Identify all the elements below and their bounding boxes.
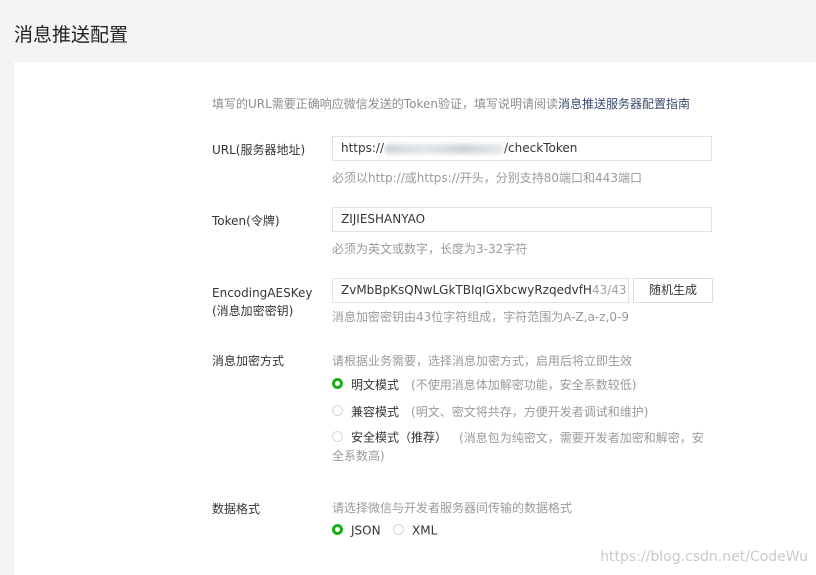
data-format-option-xml[interactable]: XML: [393, 523, 437, 538]
url-input[interactable]: https:// /checkToken: [332, 136, 712, 161]
encryption-option-plain[interactable]: 明文模式 (不使用消息体加解密功能，安全系数较低): [332, 376, 636, 393]
random-generate-button[interactable]: 随机生成: [633, 278, 713, 303]
option-label: 明文模式: [351, 378, 400, 392]
aes-label-line2: (消息加密密钥): [212, 304, 294, 318]
radio-checked-icon[interactable]: [332, 524, 343, 535]
page-title: 消息推送配置: [14, 24, 129, 46]
aes-key-counter: 43/43: [591, 283, 627, 297]
encryption-option-secure[interactable]: 安全模式（推荐） (消息包为纯密文，需要开发者加密和解密，安全系数高): [332, 428, 712, 465]
token-hint: 必须为英文或数字，长度为3-32字符: [332, 242, 528, 256]
radio-unchecked-icon[interactable]: [332, 405, 343, 416]
url-prefix: https://: [341, 141, 385, 155]
url-domain-redacted: [385, 143, 504, 154]
radio-unchecked-icon[interactable]: [393, 524, 404, 535]
intro-description: 填写的URL需要正确响应微信发送的Token验证，填写说明请阅读: [212, 97, 558, 111]
encryption-label: 消息加密方式: [212, 354, 285, 368]
option-desc: (明文、密文将共存，方便开发者调试和维护): [411, 405, 649, 419]
option-label: XML: [412, 523, 438, 538]
token-input[interactable]: ZIJIESHANYAO: [332, 207, 712, 232]
option-label: JSON: [351, 523, 381, 538]
radio-checked-icon[interactable]: [332, 378, 343, 389]
radio-unchecked-icon[interactable]: [332, 431, 343, 442]
aes-key-value: ZvMbBpKsQNwLGkTBIqIGXbcwyRzqedvfH: [341, 283, 592, 297]
aes-label: EncodingAESKey (消息加密密钥): [212, 284, 312, 320]
config-card: 填写的URL需要正确响应微信发送的Token验证，填写说明请阅读消息推送服务器配…: [14, 62, 816, 575]
aes-hint: 消息加密密钥由43位字符组成，字符范围为A-Z,a-z,0-9: [332, 310, 629, 324]
option-label: 兼容模式: [351, 405, 400, 419]
encryption-option-compatible[interactable]: 兼容模式 (明文、密文将共存，方便开发者调试和维护): [332, 403, 648, 420]
token-label: Token(令牌): [212, 214, 280, 228]
url-label: URL(服务器地址): [212, 143, 306, 157]
intro-text: 填写的URL需要正确响应微信发送的Token验证，填写说明请阅读消息推送服务器配…: [212, 95, 690, 112]
watermark: https://blog.csdn.net/CodeWu: [600, 549, 808, 565]
option-label: 安全模式（推荐）: [351, 430, 448, 445]
data-format-option-json[interactable]: JSON: [332, 523, 381, 538]
encryption-hint: 请根据业务需要，选择消息加密方式，启用后将立即生效: [332, 354, 633, 368]
url-hint: 必须以http://或https://开头，分别支持80端口和443端口: [332, 171, 642, 185]
data-format-label: 数据格式: [212, 502, 261, 516]
option-desc: (不使用消息体加解密功能，安全系数较低): [411, 378, 637, 392]
aes-key-input[interactable]: ZvMbBpKsQNwLGkTBIqIGXbcwyRzqedvfH43/43: [332, 278, 629, 303]
url-suffix: /checkToken: [504, 141, 578, 155]
data-format-hint: 请选择微信与开发者服务器间传输的数据格式: [332, 501, 573, 515]
guide-link[interactable]: 消息推送服务器配置指南: [558, 97, 690, 111]
aes-label-line1: EncodingAESKey: [212, 286, 313, 300]
